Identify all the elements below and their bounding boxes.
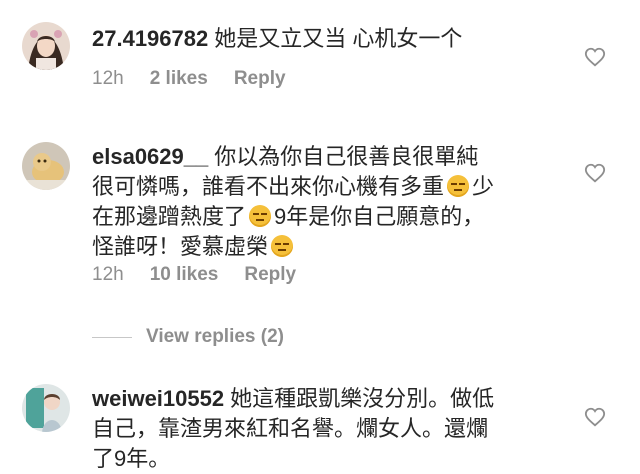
comment-text: elsa0629__ 你以為你自己很善良很單純 很可憐嗎，誰看不出來你心機有多重 少… — [92, 142, 552, 262]
expressionless-face-emoji-icon — [271, 235, 294, 257]
view-replies-button[interactable]: View replies (2) — [92, 322, 284, 352]
comment-text: 27.4196782 她是又立又当 心机女一个 — [92, 24, 552, 54]
comment-username[interactable]: elsa0629__ — [92, 144, 208, 169]
heart-outline-icon[interactable] — [584, 46, 606, 68]
user-avatar-photo-icon — [22, 22, 70, 70]
comment-body-line: 很可憐嗎，誰看不出來你心機有多重 — [92, 174, 445, 199]
heart-outline-icon[interactable] — [584, 406, 606, 428]
reply-button[interactable]: Reply — [244, 264, 296, 285]
user-avatar-photo-icon — [22, 142, 70, 190]
reply-button[interactable]: Reply — [234, 68, 286, 89]
comment-username[interactable]: 27.4196782 — [92, 26, 208, 51]
comment-body-line: 你以為你自己很善良很單純 — [214, 144, 479, 169]
comment-body-line: 少 — [472, 174, 495, 199]
avatar[interactable] — [22, 384, 70, 432]
expressionless-face-emoji-icon — [447, 175, 470, 197]
comment-time: 12h — [92, 68, 124, 89]
comment-body-line: 她這種跟凱樂沒分別。做低 — [230, 386, 495, 411]
comment-meta: 12h 2 likes Reply — [92, 68, 312, 90]
comment-body-line: 在那邊蹭熱度了 — [92, 204, 247, 229]
likes-count[interactable]: 10 likes — [150, 264, 219, 285]
comment-text: weiwei10552 她這種跟凱樂沒分別。做低 自己，靠渣男來紅和名譽。爛女人。… — [92, 384, 552, 474]
comment-body-line: 了9年。 — [92, 446, 171, 471]
comment-username[interactable]: weiwei10552 — [92, 386, 224, 411]
comment-body-line: 9年是你自己願意的， — [274, 204, 485, 229]
divider-line — [92, 336, 132, 338]
comment-body-line: 自己，靠渣男來紅和名譽。爛女人。還爛 — [92, 416, 489, 441]
comment-meta: 12h 10 likes Reply — [92, 264, 322, 286]
user-avatar-photo-icon — [22, 384, 70, 432]
view-replies-label: View replies (2) — [146, 326, 284, 347]
expressionless-face-emoji-icon — [249, 205, 272, 227]
likes-count[interactable]: 2 likes — [150, 68, 208, 89]
comment-time: 12h — [92, 264, 124, 285]
avatar[interactable] — [22, 22, 70, 70]
heart-outline-icon[interactable] — [584, 162, 606, 184]
comment-body: 她是又立又当 心机女一个 — [214, 26, 463, 51]
avatar[interactable] — [22, 142, 70, 190]
comment-body-line: 怪誰呀！愛慕虛榮 — [92, 234, 269, 259]
